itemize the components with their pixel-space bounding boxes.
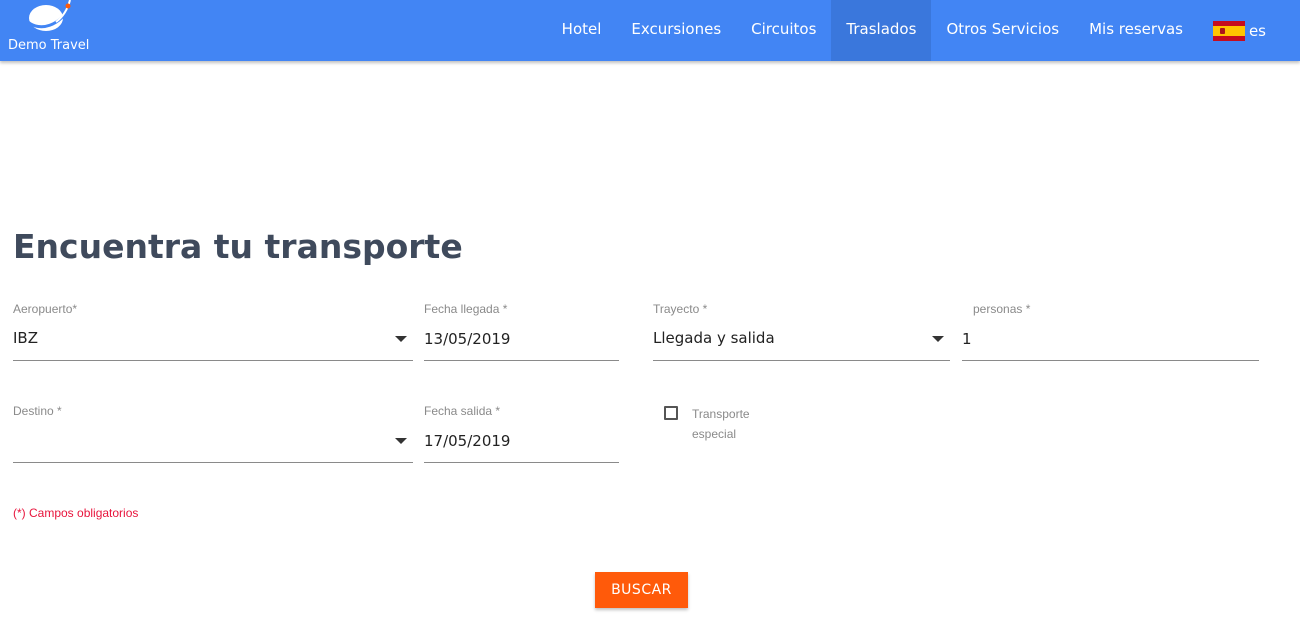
people-label: personas * [973, 302, 1031, 316]
nav-item-hotel[interactable]: Hotel [547, 0, 617, 61]
page-title: Encuentra tu transporte [13, 227, 463, 266]
people-field[interactable]: personas * 1 [962, 302, 1259, 361]
airport-value: IBZ [13, 329, 38, 347]
route-label: Trayecto * [653, 302, 708, 316]
destination-select[interactable]: Destino * [13, 404, 413, 463]
required-fields-note: (*) Campos obligatorios [13, 506, 139, 520]
nav-item-otros-servicios[interactable]: Otros Servicios [931, 0, 1074, 61]
route-select[interactable]: Trayecto * Llegada y salida [653, 302, 950, 361]
arrival-date-value: 13/05/2019 [424, 330, 511, 348]
nav-item-mis-reservas[interactable]: Mis reservas [1074, 0, 1198, 61]
spain-flag-icon [1212, 20, 1245, 41]
departure-date-label: Fecha salida * [424, 404, 501, 418]
arrival-date-field[interactable]: Fecha llegada * 13/05/2019 [424, 302, 619, 361]
airport-label: Aeropuerto* [13, 302, 78, 316]
airport-select[interactable]: Aeropuerto* IBZ [13, 302, 413, 361]
chevron-down-icon [932, 336, 944, 342]
special-transport-label[interactable]: Transporte especial [692, 404, 772, 444]
nav-item-circuitos[interactable]: Circuitos [736, 0, 831, 61]
destination-label: Destino * [13, 404, 62, 418]
language-label: es [1248, 21, 1266, 40]
departure-date-field[interactable]: Fecha salida * 17/05/2019 [424, 404, 619, 463]
people-value: 1 [962, 330, 972, 348]
arrival-date-label: Fecha llegada * [424, 302, 508, 316]
special-transport-checkbox[interactable] [664, 406, 678, 420]
chevron-down-icon [395, 336, 407, 342]
nav-item-excursiones[interactable]: Excursiones [616, 0, 736, 61]
top-navbar: Demo Travel Hotel Excursiones Circuitos … [0, 0, 1300, 61]
brand-name[interactable]: Demo Travel [8, 38, 89, 53]
nav-item-traslados[interactable]: Traslados [831, 0, 932, 61]
chevron-down-icon [395, 438, 407, 444]
departure-date-value: 17/05/2019 [424, 432, 511, 450]
main-nav: Hotel Excursiones Circuitos Traslados Ot… [547, 0, 1300, 61]
language-selector[interactable]: es [1198, 0, 1300, 61]
search-button[interactable]: BUSCAR [595, 572, 688, 608]
route-value: Llegada y salida [653, 329, 775, 347]
